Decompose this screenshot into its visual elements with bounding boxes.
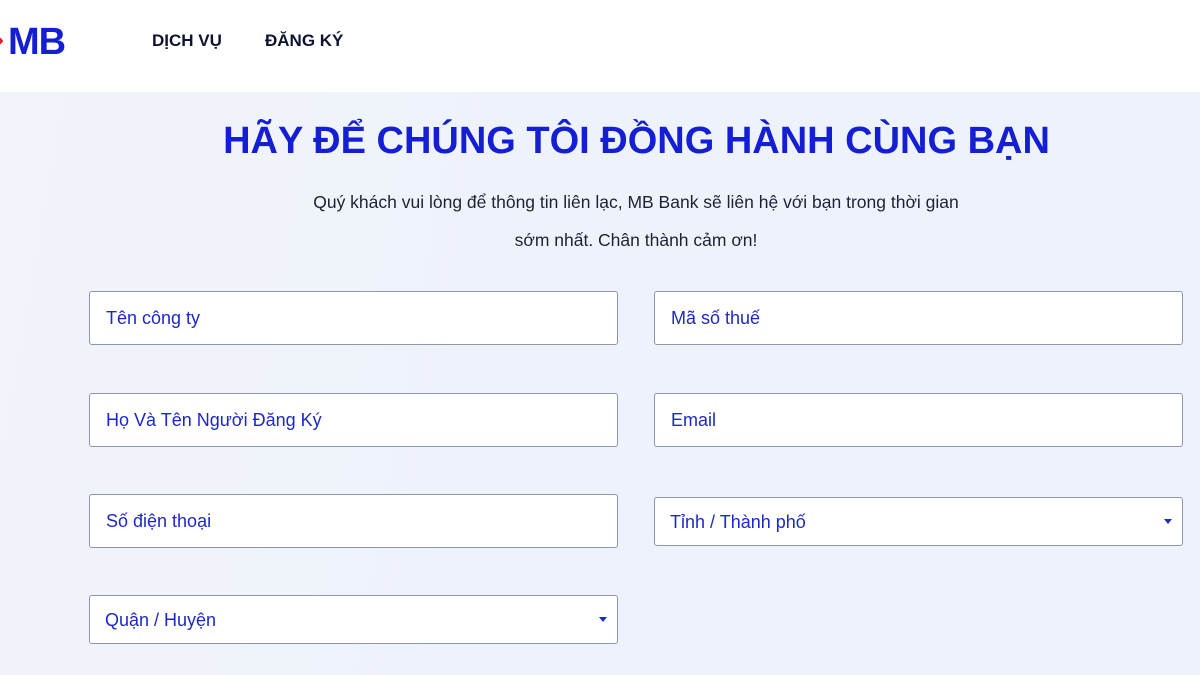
chevron-down-icon — [599, 617, 607, 622]
district-select-value: Quận / Huyện — [105, 610, 217, 630]
logo-text: MB — [8, 21, 66, 63]
page-title: HÃY ĐỂ CHÚNG TÔI ĐỒNG HÀNH CÙNG BẠN — [223, 120, 1050, 162]
intro-text-line-2: sớm nhất. Chân thành cảm ơn! — [514, 230, 758, 250]
province-select-value: Tỉnh / Thành phố — [670, 512, 806, 532]
nav-services-link[interactable]: DỊCH VỤ — [152, 30, 222, 52]
intro-text-line-1: Quý khách vui lòng để thông tin liên lạc… — [313, 192, 959, 212]
province-select[interactable]: Tỉnh / Thành phố — [654, 497, 1183, 546]
district-select[interactable]: Quận / Huyện — [89, 595, 618, 644]
nav-register-link[interactable]: ĐĂNG KÝ — [265, 30, 343, 52]
email-input[interactable] — [654, 393, 1183, 447]
registrant-name-input[interactable] — [89, 393, 618, 447]
site-header: MB DỊCH VỤ ĐĂNG KÝ — [0, 0, 1200, 92]
logo-star-icon — [0, 35, 4, 47]
company-name-input[interactable] — [89, 291, 618, 345]
chevron-down-icon — [1164, 519, 1172, 524]
phone-input[interactable] — [89, 494, 618, 548]
tax-code-input[interactable] — [654, 291, 1183, 345]
